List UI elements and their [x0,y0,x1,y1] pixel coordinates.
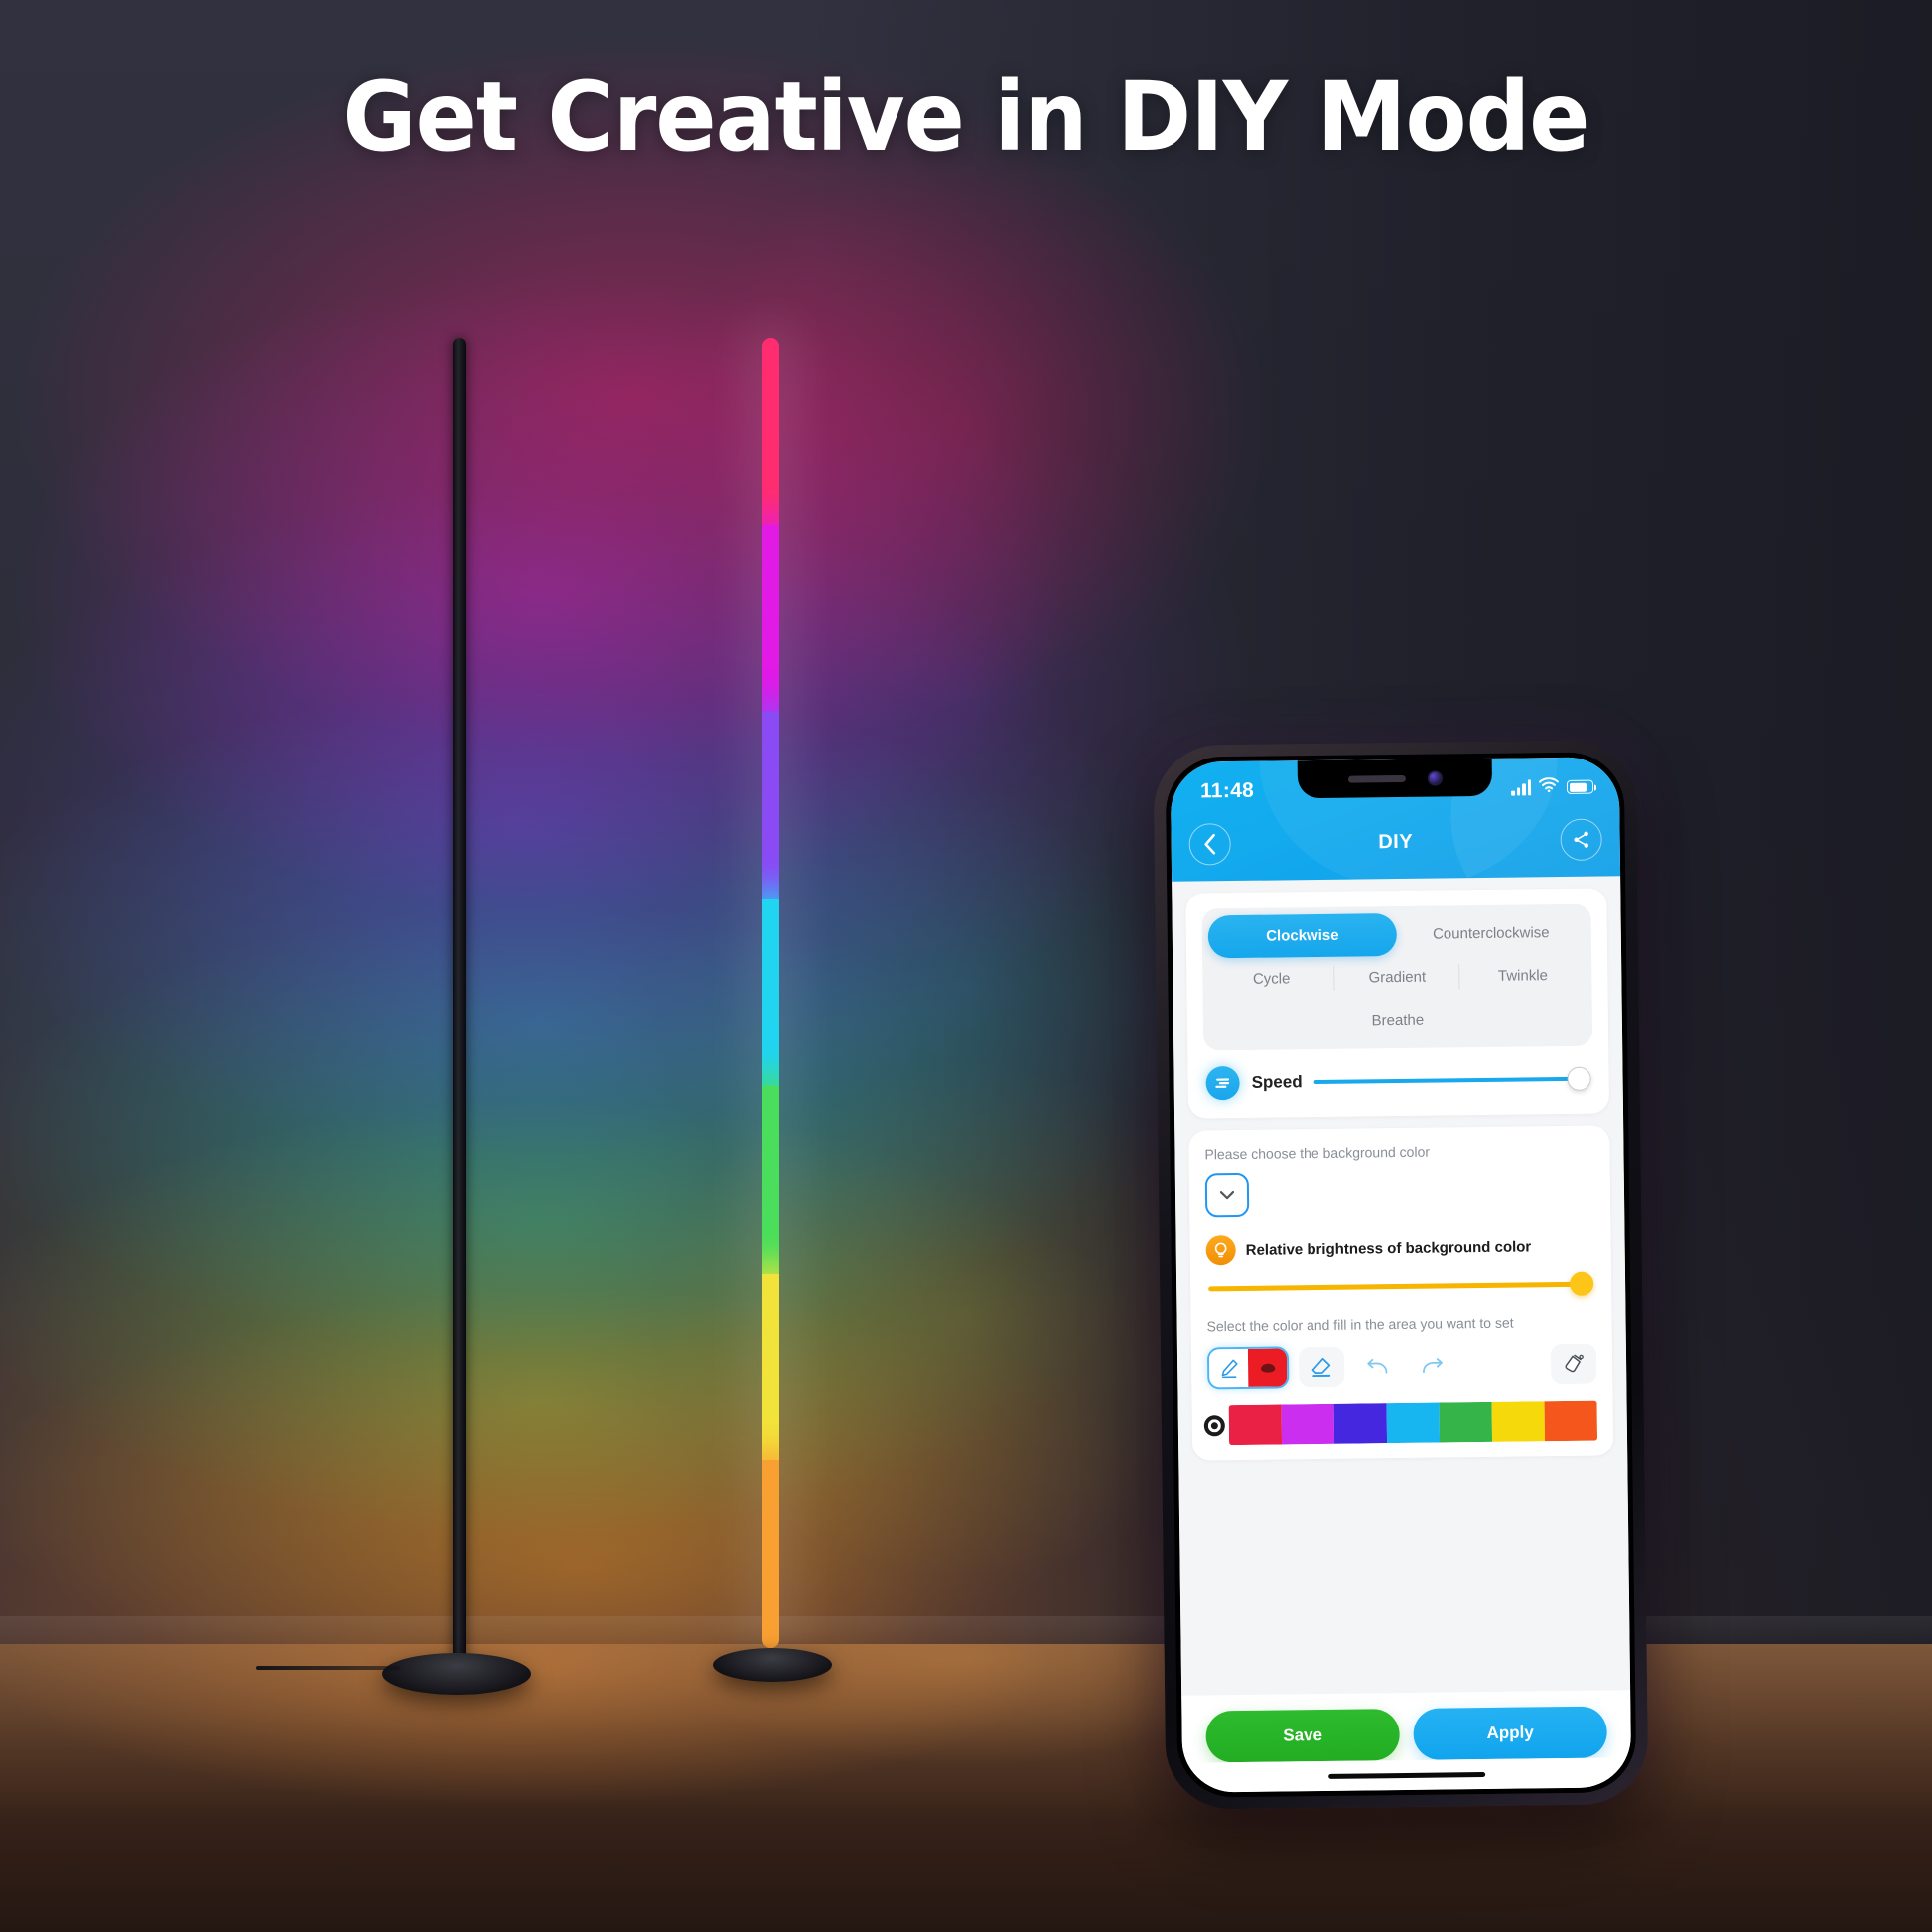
background-color-prompt: Please choose the background color [1204,1143,1431,1163]
undo-tool[interactable] [1354,1346,1400,1387]
app-header: 11:48 DIY [1170,757,1621,882]
mode-selector: Clockwise Counterclockwise Cycle Gradien… [1201,903,1593,1051]
speed-slider[interactable] [1313,1066,1591,1095]
lamp-segment-magenta [762,524,779,713]
palette-swatch-4[interactable] [1439,1401,1493,1443]
apply-button[interactable]: Apply [1413,1706,1607,1760]
lamp-segment-yellow [762,1273,779,1461]
effect-card: Clockwise Counterclockwise Cycle Gradien… [1185,888,1610,1119]
mode-label: Cycle [1252,970,1291,988]
page-header-title: DIY [1378,830,1414,853]
mode-label: Twinkle [1497,967,1549,985]
mode-breathe[interactable]: Breathe [1209,997,1587,1044]
status-icons [1511,777,1594,798]
redo-icon [1423,1358,1443,1374]
brightness-label: Relative brightness of background color [1245,1237,1532,1259]
fill-bucket-tool[interactable] [1550,1343,1597,1385]
brightness-header: Relative brightness of background color [1205,1231,1595,1266]
brightness-control [1206,1271,1595,1304]
lamp-segment-green [762,1086,779,1274]
palette-swatch-2[interactable] [1333,1403,1388,1444]
palette-swatch-0[interactable] [1228,1404,1283,1446]
speed-icon [1205,1065,1240,1101]
eraser-tool[interactable] [1298,1346,1345,1388]
floor-lamp-left-cord [256,1666,400,1670]
mode-gradient[interactable]: Gradient [1334,955,1460,1000]
undo-icon [1367,1358,1388,1374]
palette-swatch-3[interactable] [1386,1402,1441,1444]
page-title: Get Creative in DIY Mode [343,62,1589,173]
palette-swatch-1[interactable] [1281,1403,1335,1445]
wifi-icon [1538,777,1559,797]
chevron-down-icon [1219,1190,1235,1200]
floor-lamp-right-base [713,1648,832,1682]
battery-icon [1566,779,1594,794]
action-buttons: Save Apply [1195,1690,1617,1763]
chevron-left-icon [1204,833,1216,855]
share-button[interactable] [1560,818,1602,862]
share-icon [1574,831,1588,848]
brightness-slider[interactable] [1208,1271,1594,1302]
lamp-segment-rose [762,338,779,525]
draw-prompt: Select the color and fill in the area yo… [1206,1314,1514,1335]
floor-lamp-left-pole [453,338,466,1676]
palette-cursor-icon [1207,1418,1221,1432]
mode-counterclockwise[interactable]: Counterclockwise [1397,911,1587,956]
lamp-segment-purple [762,712,779,899]
color-palette[interactable] [1228,1400,1598,1446]
navigation-bar: DIY [1171,802,1620,882]
save-button[interactable]: Save [1205,1709,1400,1763]
mode-twinkle[interactable]: Twinkle [1459,954,1586,999]
palette-swatch-6[interactable] [1544,1400,1598,1442]
action-bar: Save Apply [1181,1690,1631,1763]
phone-notch [1297,758,1493,799]
eraser-icon [1311,1357,1331,1378]
redo-tool[interactable] [1410,1345,1455,1386]
paint-bucket-icon [1565,1354,1584,1373]
speed-control: Speed [1203,1062,1592,1103]
lamp-segment-orange [762,1460,779,1648]
pen-icon [1208,1348,1249,1388]
bulb-icon [1205,1235,1236,1266]
draw-toolbar [1206,1343,1597,1390]
speed-slider-fill [1313,1076,1591,1085]
phone-screen: 11:48 DIY Clockwise Counterclockwise Cyc… [1170,757,1632,1793]
front-camera-icon [1427,769,1443,786]
earpiece-speaker-icon [1347,774,1406,783]
lamp-segment-cyan [762,898,779,1087]
brightness-slider-handle[interactable] [1569,1271,1594,1296]
mode-label: Gradient [1368,968,1427,987]
mode-label: Clockwise [1266,926,1339,945]
palette-swatch-5[interactable] [1491,1401,1546,1442]
app-body: Clockwise Counterclockwise Cycle Gradien… [1172,876,1631,1696]
phone-device: 11:48 DIY Clockwise Counterclockwise Cyc… [1153,740,1649,1810]
phone-bezel: 11:48 DIY Clockwise Counterclockwise Cyc… [1165,752,1637,1798]
cellular-signal-icon [1511,779,1532,796]
background-color-card: Please choose the background color Relat… [1188,1125,1614,1461]
background-color-dropdown[interactable] [1204,1173,1250,1218]
mode-label: Counterclockwise [1432,924,1550,943]
mode-cycle[interactable]: Cycle [1208,957,1334,1002]
status-time: 11:48 [1199,778,1255,803]
home-indicator[interactable] [1181,1757,1632,1793]
back-button[interactable] [1188,823,1231,866]
mode-clockwise[interactable]: Clockwise [1207,913,1398,959]
brightness-slider-fill [1208,1281,1594,1291]
color-palette-row [1207,1400,1598,1446]
speed-slider-handle[interactable] [1567,1066,1591,1091]
pen-color-tool[interactable] [1206,1346,1290,1390]
mode-label: Breathe [1371,1011,1425,1030]
speed-label: Speed [1251,1072,1303,1092]
pen-color-swatch[interactable] [1247,1348,1288,1387]
floor-lamp-right-lit-bar [762,338,779,1648]
floor-lamp-left-base [382,1653,531,1695]
